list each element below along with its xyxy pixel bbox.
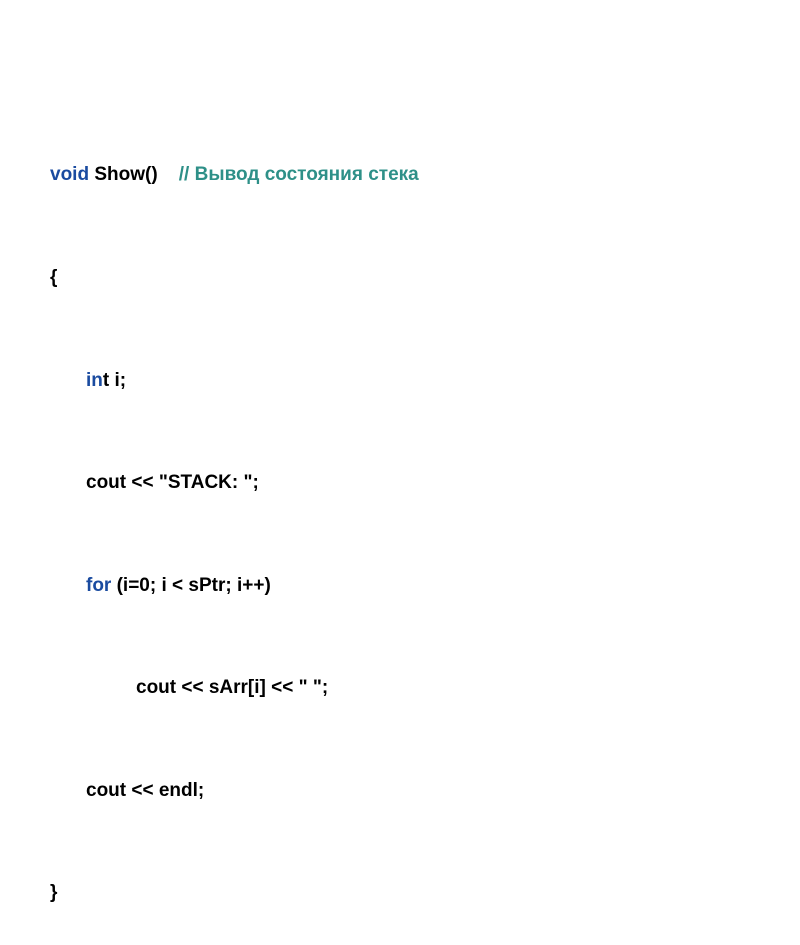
code-line-3: int i; [50, 364, 750, 398]
keyword-int: in [86, 370, 103, 391]
code-line-5: for (i=0; i < sPtr; i++) [50, 569, 750, 603]
code-line-4: cout << "STACK: "; [50, 466, 750, 500]
code-snippet: void Show() // Вывод состояния стека { i… [50, 90, 750, 945]
code-line-7: cout << endl; [50, 774, 750, 808]
code-comment: // Вывод состояния стека [179, 164, 419, 185]
code-line-6: cout << sArr[i] << " "; [50, 671, 750, 705]
code-line-1: void Show() // Вывод состояния стека [50, 158, 750, 192]
keyword-void: void [50, 164, 89, 185]
code-line-2: { [50, 261, 750, 295]
code-line-8: } [50, 876, 750, 910]
code-text: t i; [103, 370, 126, 391]
code-text: (i=0; i < sPtr; i++) [111, 575, 270, 596]
keyword-for: for [86, 575, 111, 596]
code-text: Show() [89, 164, 179, 185]
